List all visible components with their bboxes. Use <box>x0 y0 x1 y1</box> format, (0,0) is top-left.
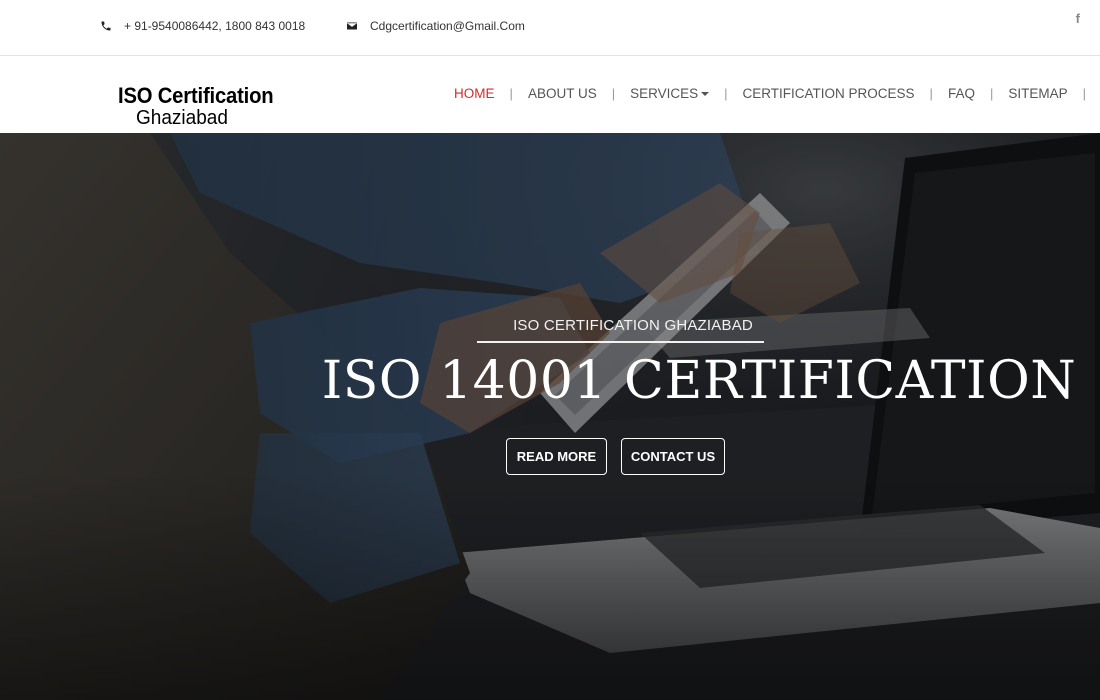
logo-line-2: Ghaziabad <box>136 107 228 129</box>
nav-home[interactable]: HOME <box>439 86 510 101</box>
nav-certification-process[interactable]: CERTIFICATION PROCESS <box>728 86 930 101</box>
email-link[interactable]: Cdgcertification@Gmail.Com <box>370 19 525 33</box>
phone-numbers: + 91-9540086442, 1800 843 0018 <box>124 19 306 33</box>
read-more-button[interactable]: READ MORE <box>506 438 607 475</box>
envelope-icon <box>347 22 357 30</box>
nav-separator: | <box>1082 86 1086 101</box>
main-navigation: HOME | ABOUT US | SERVICES | CERTIFICATI… <box>439 86 1086 101</box>
nav-faq[interactable]: FAQ <box>933 86 990 101</box>
phone-icon <box>101 21 111 31</box>
hero-title: ISO 14001 CERTIFICATION <box>321 351 1077 411</box>
caret-down-icon <box>701 91 710 96</box>
nav-services[interactable]: SERVICES <box>615 86 724 101</box>
nav-about-us[interactable]: ABOUT US <box>513 86 612 101</box>
phone-contact: + 91-9540086442, 1800 843 0018 <box>100 19 305 33</box>
site-header: ISO Certification Ghaziabad HOME | ABOUT… <box>0 57 1100 133</box>
site-logo[interactable]: ISO Certification Ghaziabad <box>118 83 287 129</box>
nav-sitemap[interactable]: SITEMAP <box>993 86 1082 101</box>
contact-us-button[interactable]: CONTACT US <box>621 438 725 475</box>
logo-line-1: ISO Certification <box>118 83 274 108</box>
hero-banner: ISO CERTIFICATION GHAZIABAD ISO 14001 CE… <box>0 133 1100 700</box>
email-contact: Cdgcertification@Gmail.Com <box>346 19 525 33</box>
hero-divider <box>477 341 764 343</box>
hero-dark-overlay <box>0 133 1100 700</box>
facebook-icon[interactable]: f <box>1076 11 1080 26</box>
top-contact-bar: + 91-9540086442, 1800 843 0018 Cdgcertif… <box>0 0 1100 56</box>
hero-subtitle: ISO CERTIFICATION GHAZIABAD <box>513 317 753 334</box>
nav-services-label: SERVICES <box>630 86 699 101</box>
